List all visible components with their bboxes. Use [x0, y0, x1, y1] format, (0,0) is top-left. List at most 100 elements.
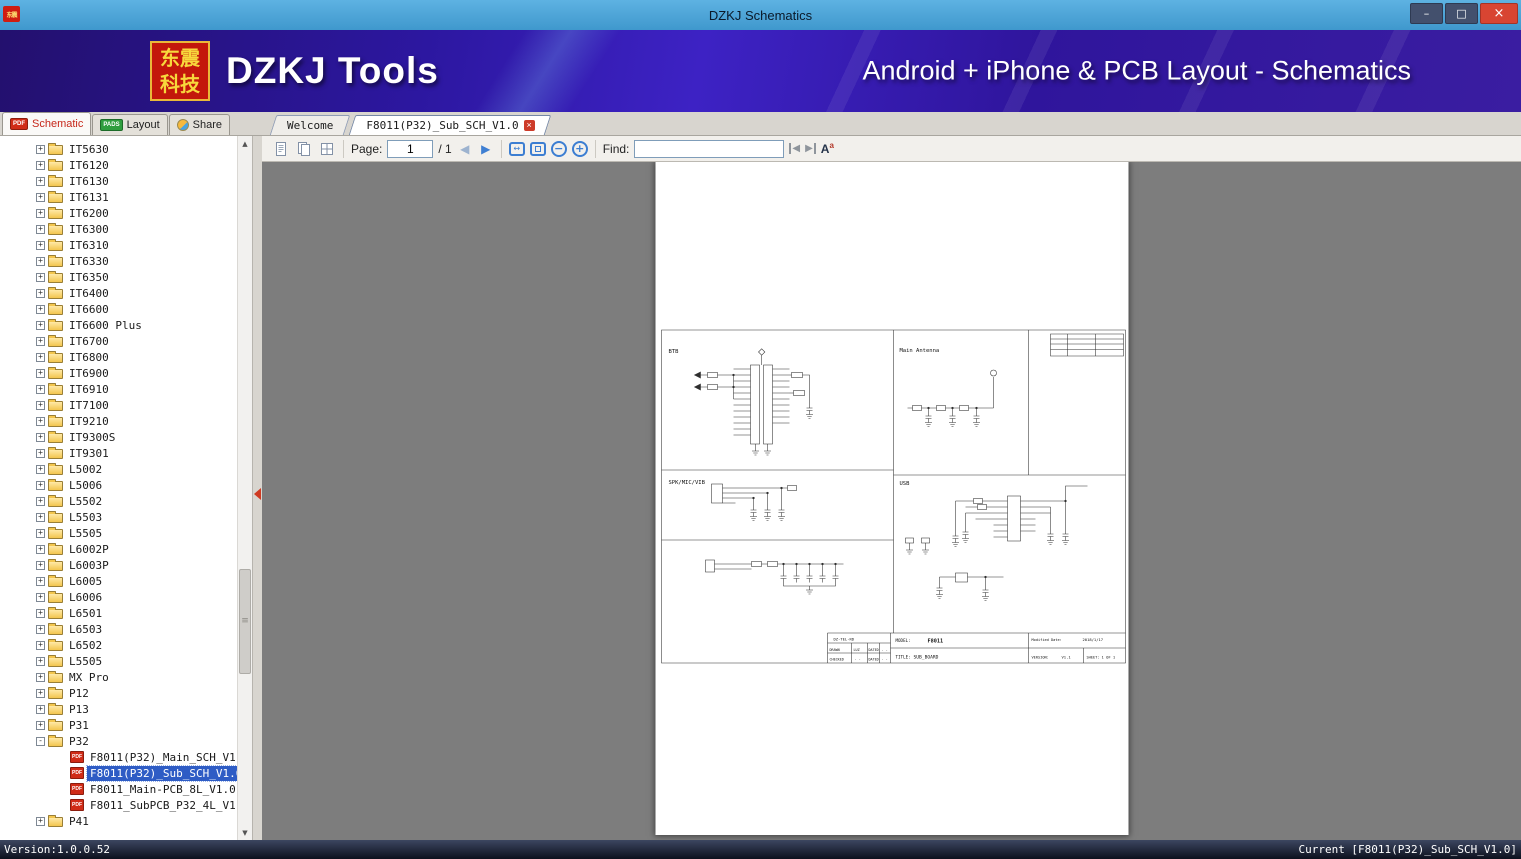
tree-item-label[interactable]: IT6330 [66, 254, 112, 269]
tab-share[interactable]: Share [168, 114, 230, 135]
tree-item-label[interactable]: IT6120 [66, 158, 112, 173]
scrollbar-track[interactable]: ≡ [238, 151, 252, 825]
tree-item[interactable]: + PDF IT6700 [0, 333, 237, 349]
tree-item-label[interactable]: IT7100 [66, 398, 112, 413]
tree-item-label[interactable]: L6501 [66, 606, 105, 621]
tree-item-label[interactable]: IT6910 [66, 382, 112, 397]
expand-toggle[interactable]: + [36, 560, 45, 570]
tree-item[interactable]: PDF F8011_Main-PCB_8L_V1.0 [0, 781, 237, 797]
tree-item-label[interactable]: L6502 [66, 638, 105, 653]
fit-width-icon[interactable]: ↔ [508, 141, 525, 156]
expand-toggle[interactable]: + [36, 224, 45, 234]
page-input[interactable] [387, 139, 434, 158]
zoom-out-icon[interactable]: − [550, 140, 567, 157]
tree-item-label[interactable]: L6003P [66, 558, 112, 573]
expand-toggle[interactable]: + [36, 176, 45, 186]
tree-item-label[interactable]: F8011_SubPCB_P32_4L_V1.0 [87, 798, 237, 813]
tree-item[interactable]: + PDF L6002P [0, 541, 237, 557]
expand-toggle[interactable]: + [36, 144, 45, 154]
tree-item-label[interactable]: IT6350 [66, 270, 112, 285]
expand-toggle[interactable]: + [36, 704, 45, 714]
previous-page-button[interactable]: ◀ [457, 142, 473, 156]
tree-item[interactable]: + PDF IT6350 [0, 269, 237, 285]
expand-toggle[interactable]: + [36, 336, 45, 346]
tree-item-label[interactable]: F8011_Main-PCB_8L_V1.0 [87, 782, 237, 797]
expand-toggle[interactable]: + [36, 512, 45, 522]
close-button[interactable]: × [1480, 3, 1518, 24]
expand-toggle[interactable]: + [36, 624, 45, 634]
expand-toggle[interactable]: + [36, 288, 45, 298]
tree-item[interactable]: + PDF L5505 [0, 525, 237, 541]
expand-toggle[interactable]: + [36, 464, 45, 474]
scrollbar-thumb[interactable]: ≡ [239, 568, 251, 674]
tree-item-label[interactable]: IT6131 [66, 190, 112, 205]
expand-toggle[interactable]: + [36, 480, 45, 490]
tree-item[interactable]: + PDF L6003P [0, 557, 237, 573]
tree-item[interactable]: + PDF IT9301 [0, 445, 237, 461]
tree-item[interactable]: + PDF IT6130 [0, 173, 237, 189]
expand-toggle[interactable]: + [36, 160, 45, 170]
tree-item-label[interactable]: IT9301 [66, 446, 112, 461]
expand-toggle[interactable]: + [36, 256, 45, 266]
tree-item-label[interactable]: L5503 [66, 510, 105, 525]
tree-item[interactable]: + PDF P41 [0, 813, 237, 829]
tree-item[interactable]: + PDF IT6310 [0, 237, 237, 253]
expand-toggle[interactable]: + [36, 272, 45, 282]
expand-toggle[interactable]: + [36, 576, 45, 586]
tree-item-label[interactable]: L6002P [66, 542, 112, 557]
tree-item[interactable]: + PDF L5502 [0, 493, 237, 509]
expand-toggle[interactable]: + [36, 320, 45, 330]
tree-item-label[interactable]: IT6130 [66, 174, 112, 189]
tree-item-label[interactable]: IT6200 [66, 206, 112, 221]
expand-toggle[interactable]: + [36, 400, 45, 410]
tab-current-document[interactable]: F8011(P32)_Sub_SCH_V1.0 × [352, 115, 548, 135]
tree-item[interactable]: + PDF P31 [0, 717, 237, 733]
pdf-viewer[interactable]: BTB Main Antenna SPK/MIC/VIB USB DZ-TEL-… [262, 162, 1521, 840]
expand-toggle[interactable]: + [36, 384, 45, 394]
tree-item[interactable]: + PDF P12 [0, 685, 237, 701]
tree-item-label[interactable]: L5002 [66, 462, 105, 477]
tree-item-label[interactable]: IT6800 [66, 350, 112, 365]
tree-item[interactable]: PDF F8011(P32)_Main_SCH_V1.0 [0, 749, 237, 765]
tree-item-label[interactable]: IT6600 [66, 302, 112, 317]
expand-toggle[interactable]: + [36, 688, 45, 698]
tree-item-label[interactable]: IT6300 [66, 222, 112, 237]
expand-toggle[interactable]: + [36, 656, 45, 666]
next-page-button[interactable]: ▶ [478, 142, 494, 156]
tree-item[interactable]: + PDF IT9300S [0, 429, 237, 445]
tree-item-label[interactable]: IT6310 [66, 238, 112, 253]
sidebar-scrollbar[interactable]: ▲ ≡ ▼ [237, 136, 252, 840]
tree-item[interactable]: + PDF IT6600 Plus [0, 317, 237, 333]
find-previous-icon[interactable]: ◀ [789, 143, 800, 154]
tree-item[interactable]: PDF F8011(P32)_Sub_SCH_V1.0 [0, 764, 237, 782]
tree-item-label[interactable]: L6006 [66, 590, 105, 605]
tree-item[interactable]: + PDF IT6330 [0, 253, 237, 269]
tree-item-label[interactable]: L6005 [66, 574, 105, 589]
expand-toggle[interactable]: + [36, 432, 45, 442]
tree-item[interactable]: + PDF MX Pro [0, 669, 237, 685]
tree-item[interactable]: + PDF IT6910 [0, 381, 237, 397]
tab-layout[interactable]: PADS Layout [92, 114, 168, 135]
tree-item[interactable]: + PDF IT7100 [0, 397, 237, 413]
tree-item-label[interactable]: IT9300S [66, 430, 118, 445]
minimize-button[interactable]: – [1410, 3, 1443, 24]
maximize-button[interactable]: □ [1445, 3, 1478, 24]
find-input[interactable] [634, 139, 785, 158]
expand-toggle[interactable]: + [36, 592, 45, 602]
tab-welcome[interactable]: Welcome [273, 115, 347, 135]
expand-toggle[interactable]: + [36, 352, 45, 362]
tree-item[interactable]: + PDF L6006 [0, 589, 237, 605]
tree-item[interactable]: + PDF L5503 [0, 509, 237, 525]
tree-item-label[interactable]: L5006 [66, 478, 105, 493]
tree-item-label[interactable]: IT6400 [66, 286, 112, 301]
zoom-in-icon[interactable]: + [571, 140, 588, 157]
expand-toggle[interactable]: + [36, 368, 45, 378]
tree-item-label[interactable]: L5502 [66, 494, 105, 509]
tree-item-label[interactable]: F8011(P32)_Sub_SCH_V1.0 [85, 764, 237, 782]
expand-toggle[interactable]: + [36, 640, 45, 650]
tree-item-label[interactable]: P41 [66, 814, 92, 829]
tree-item-label[interactable]: P13 [66, 702, 92, 717]
expand-toggle[interactable]: + [36, 816, 45, 826]
tree-item-label[interactable]: IT6700 [66, 334, 112, 349]
tree-item-label[interactable]: P12 [66, 686, 92, 701]
